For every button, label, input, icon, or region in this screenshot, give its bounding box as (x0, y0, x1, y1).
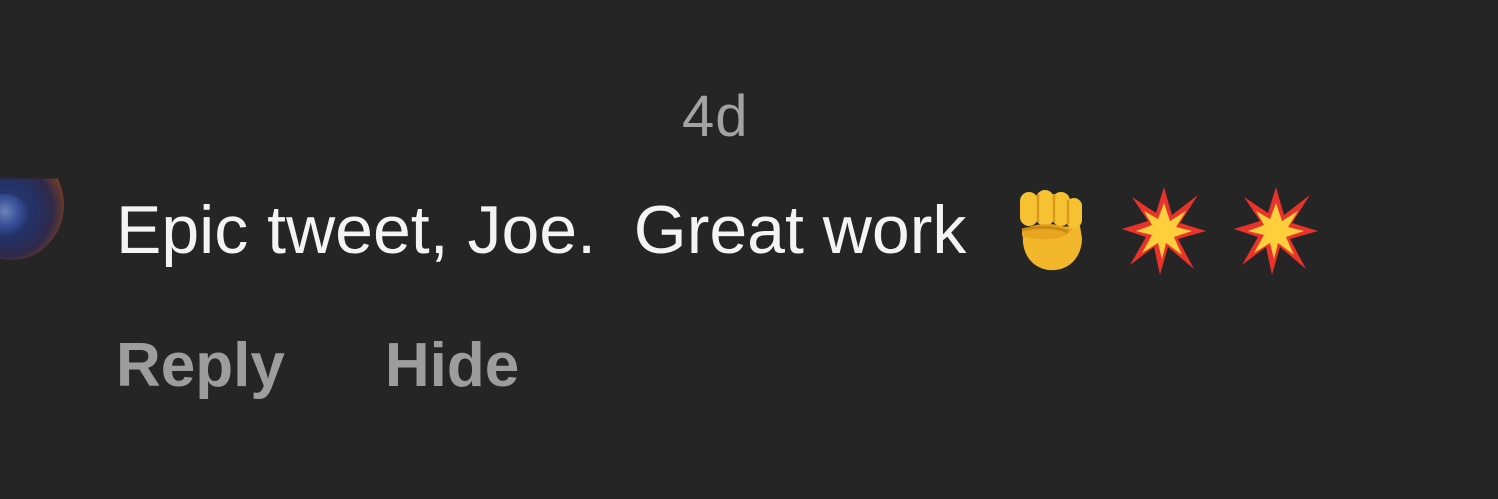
fist-emoji (1006, 186, 1094, 274)
comment-timestamp: 4d (682, 84, 749, 149)
collision-emoji (1122, 185, 1207, 275)
avatar[interactable] (0, 178, 64, 260)
hide-button[interactable]: Hide (385, 330, 519, 402)
comment-text: Epic tweet, Joe. Great work (116, 192, 967, 268)
collision-emoji (1234, 185, 1319, 275)
reply-button[interactable]: Reply (116, 330, 285, 402)
comment-actions: Reply Hide (116, 330, 519, 402)
comment-body: Epic tweet, Joe. Great work (116, 185, 1319, 275)
